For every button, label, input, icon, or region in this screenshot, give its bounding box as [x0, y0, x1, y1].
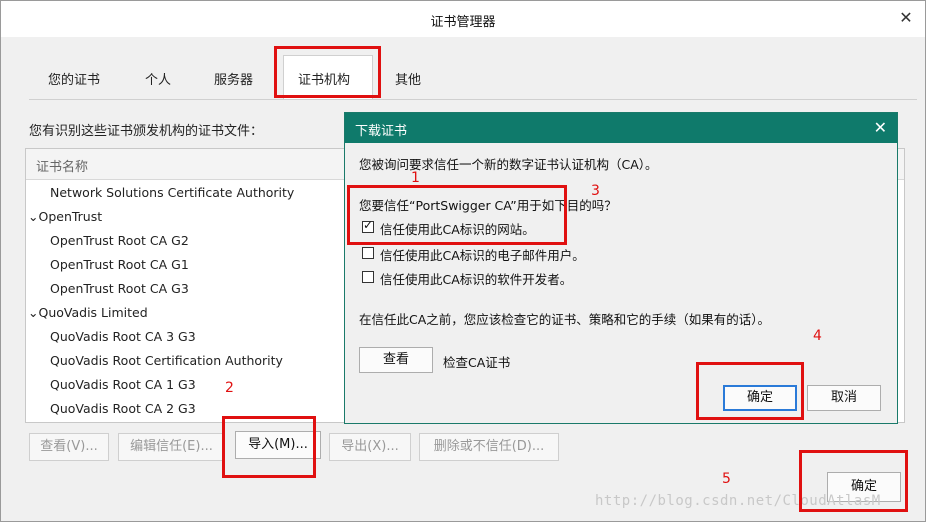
dialog-title: 下载证书	[355, 124, 408, 139]
tree-row[interactable]: Network Solutions Certificate Authority	[50, 185, 294, 200]
annotation-box-authorities-tab	[274, 46, 381, 98]
annotation-box-ok	[799, 450, 908, 512]
window-title: 证书管理器	[430, 15, 496, 30]
tab-personal[interactable]: 个人	[145, 69, 171, 88]
tree-row[interactable]: OpenTrust Root CA G3	[50, 281, 189, 296]
annotation-box-trust-option	[347, 185, 567, 245]
column-header-label: 证书名称	[36, 160, 89, 175]
dialog-view-hint: 检查CA证书	[443, 355, 511, 370]
authorities-description: 您有识别这些证书颁发机构的证书文件：	[29, 124, 264, 139]
annotation-number-2: 2	[225, 380, 234, 396]
annotation-number-1: 1	[411, 170, 420, 186]
edit-trust-button[interactable]: 编辑信任(E)...	[118, 433, 225, 461]
tree-group-row[interactable]: ⌄OpenTrust	[28, 209, 102, 224]
tree-group-label: OpenTrust	[38, 209, 103, 224]
dialog-intro: 您被询问要求信任一个新的数字证书认证机构（CA）。	[359, 157, 658, 172]
tree-row[interactable]: OpenTrust Root CA G1	[50, 257, 189, 272]
annotation-number-3: 3	[591, 183, 600, 199]
trust-email-label[interactable]: 信任使用此CA标识的电子邮件用户。	[380, 245, 585, 264]
tab-others[interactable]: 其他	[395, 69, 421, 88]
dialog-cancel-button[interactable]: 取消	[807, 385, 881, 411]
view-button[interactable]: 查看(V)...	[29, 433, 109, 461]
export-button[interactable]: 导出(X)...	[329, 433, 411, 461]
tree-row[interactable]: QuoVadis Root Certification Authority	[50, 353, 283, 368]
tab-your-certificates[interactable]: 您的证书	[48, 69, 100, 88]
dialog-title-bar: 下载证书 ✕	[345, 113, 897, 143]
chevron-down-icon[interactable]: ⌄	[28, 209, 38, 224]
download-certificate-dialog: 下载证书 ✕ 您被询问要求信任一个新的数字证书认证机构（CA）。 您要信任“Po…	[344, 112, 898, 424]
dialog-close-icon[interactable]: ✕	[874, 118, 887, 137]
title-bar: 证书管理器 ✕	[1, 1, 925, 37]
tabs-divider	[29, 99, 917, 100]
tree-group-row[interactable]: ⌄QuoVadis Limited	[28, 305, 148, 320]
annotation-box-dialog-ok	[696, 362, 804, 420]
chevron-down-icon[interactable]: ⌄	[28, 305, 38, 320]
tree-row[interactable]: OpenTrust Root CA G2	[50, 233, 189, 248]
annotation-number-4: 4	[813, 328, 822, 344]
dialog-notice: 在信任此CA之前，您应该检查它的证书、策略和它的手续（如果有的话）。	[359, 312, 771, 327]
trust-email-checkbox[interactable]	[362, 247, 374, 259]
tab-servers[interactable]: 服务器	[214, 69, 253, 88]
tree-row[interactable]: QuoVadis Root CA 3 G3	[50, 329, 196, 344]
close-icon[interactable]: ✕	[895, 7, 917, 29]
trust-software-label[interactable]: 信任使用此CA标识的软件开发者。	[380, 269, 572, 288]
tree-group-label: QuoVadis Limited	[38, 305, 148, 320]
tree-row[interactable]: QuoVadis Root CA 2 G3	[50, 401, 196, 416]
trust-software-checkbox[interactable]	[362, 271, 374, 283]
delete-distrust-button[interactable]: 删除或不信任(D)...	[419, 433, 559, 461]
annotation-box-import	[222, 416, 316, 478]
annotation-number-5: 5	[722, 471, 731, 487]
dialog-view-button[interactable]: 查看	[359, 347, 433, 373]
tree-row[interactable]: QuoVadis Root CA 1 G3	[50, 377, 196, 392]
